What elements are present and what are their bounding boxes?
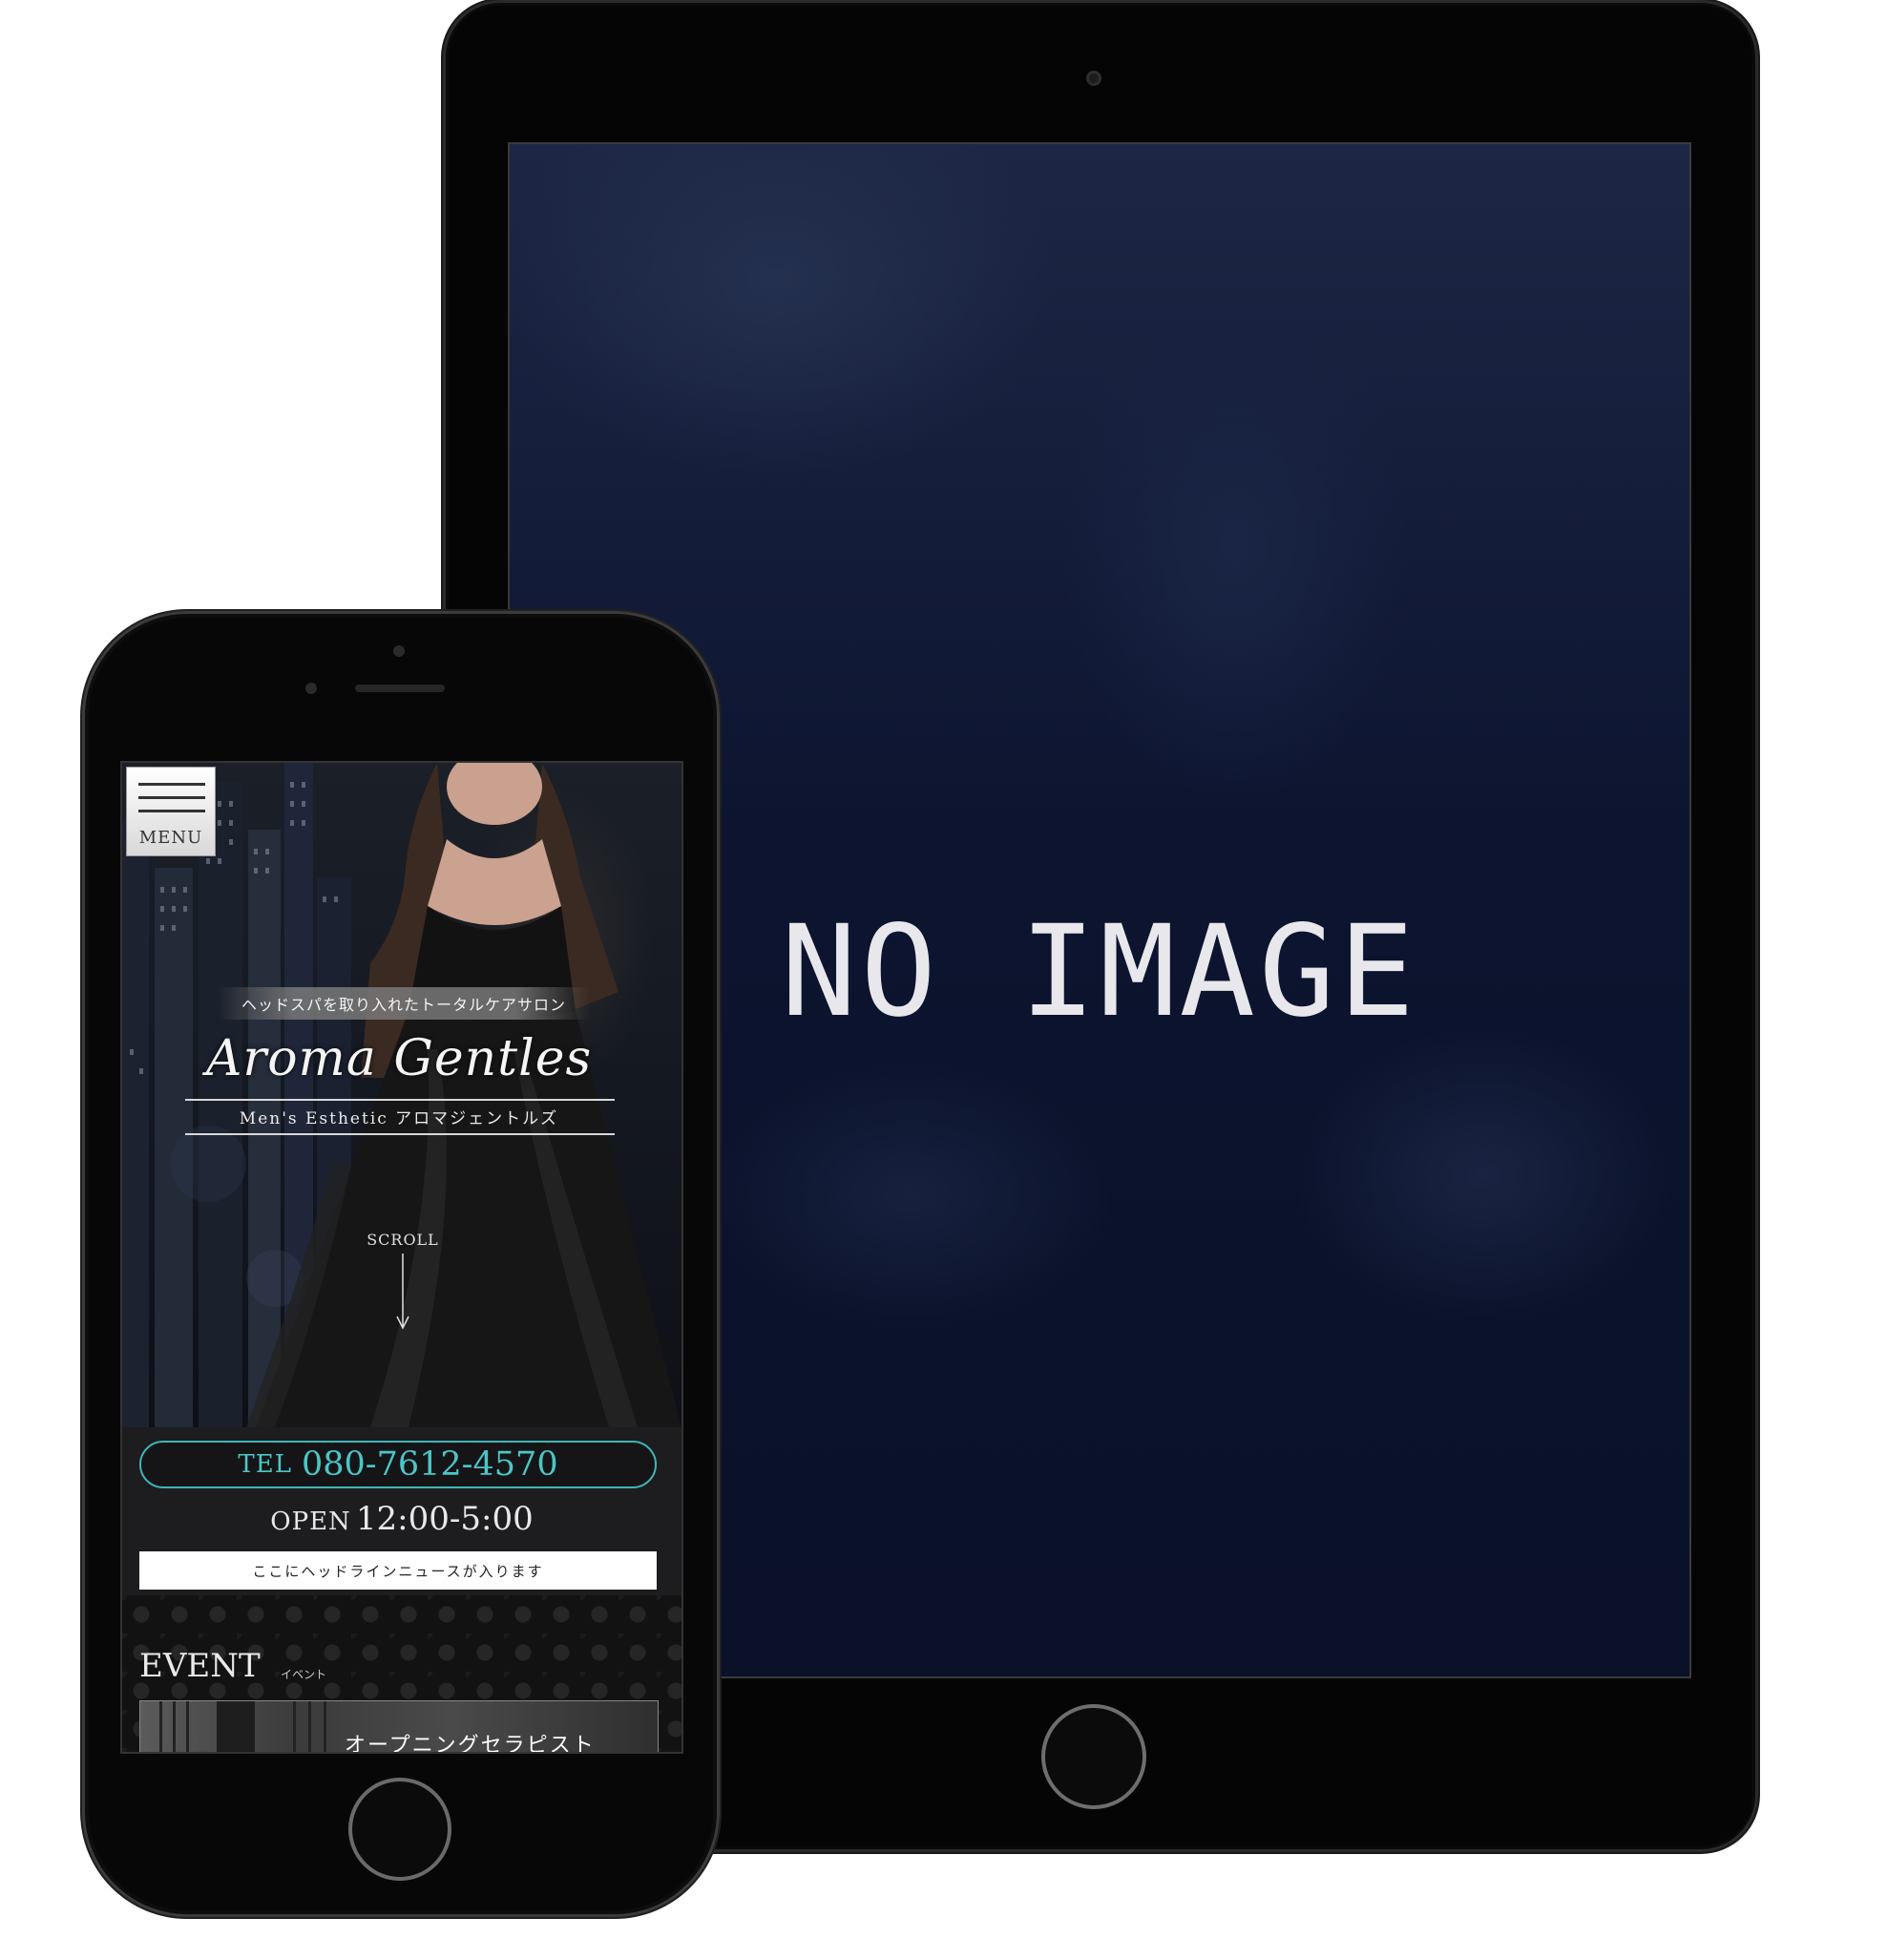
headline-news[interactable]: ここにヘッドラインニュースが入ります xyxy=(139,1551,657,1590)
open-time: 12:00-5:00 xyxy=(355,1500,534,1538)
card-decoration xyxy=(324,1701,326,1752)
card-decoration xyxy=(159,1701,162,1752)
phone-device: MENU ヘッドスパを取り入れたトータルケアサロン Aroma Gentles … xyxy=(82,611,720,1917)
tablet-home-button[interactable] xyxy=(1041,1704,1146,1809)
site-logo[interactable]: Aroma Gentles xyxy=(179,1030,619,1087)
card-decoration xyxy=(308,1701,311,1752)
hamburger-icon xyxy=(138,796,205,799)
menu-label: MENU xyxy=(138,828,203,848)
contact-section: TEL 080-7612-4570 OPEN 12:00-5:00 ここにヘッド… xyxy=(122,1427,681,1595)
card-decoration xyxy=(186,1701,189,1752)
phone-front-camera xyxy=(393,645,405,657)
event-card-text: オープニングセラピスト xyxy=(345,1734,596,1754)
card-decoration xyxy=(293,1701,296,1752)
arrow-down-icon[interactable] xyxy=(396,1254,409,1330)
card-decoration xyxy=(173,1701,176,1752)
open-label: OPEN xyxy=(270,1507,351,1536)
hero-tagline: ヘッドスパを取り入れたトータルケアサロン xyxy=(218,987,590,1020)
phone-sensor xyxy=(305,683,317,694)
event-card-photo xyxy=(217,1701,255,1752)
phone-home-button[interactable] xyxy=(348,1778,451,1881)
phone-screen: MENU ヘッドスパを取り入れたトータルケアサロン Aroma Gentles … xyxy=(120,761,683,1754)
event-card[interactable]: オープニングセラピスト xyxy=(139,1700,659,1754)
event-title: EVENT xyxy=(139,1647,261,1685)
logo-divider xyxy=(185,1099,615,1101)
tel-number: 080-7612-4570 xyxy=(301,1445,558,1484)
event-section: EVENT イベント オープニングセラピスト xyxy=(122,1595,681,1752)
event-subtitle: イベント xyxy=(281,1668,327,1681)
tel-button[interactable]: TEL 080-7612-4570 xyxy=(139,1441,657,1488)
tel-label: TEL xyxy=(238,1450,292,1479)
hamburger-icon xyxy=(138,810,205,812)
logo-subtitle: Men's Esthetic アロマジェントルズ xyxy=(239,1109,559,1128)
scroll-label[interactable]: SCROLL xyxy=(363,1231,443,1249)
hamburger-icon xyxy=(138,783,205,786)
open-hours: OPEN 12:00-5:00 xyxy=(122,1500,681,1538)
hero-section: MENU ヘッドスパを取り入れたトータルケアサロン Aroma Gentles … xyxy=(122,763,681,1427)
menu-button[interactable]: MENU xyxy=(126,767,216,856)
logo-divider xyxy=(185,1133,615,1135)
tablet-camera xyxy=(1086,71,1101,86)
phone-speaker xyxy=(355,685,445,692)
